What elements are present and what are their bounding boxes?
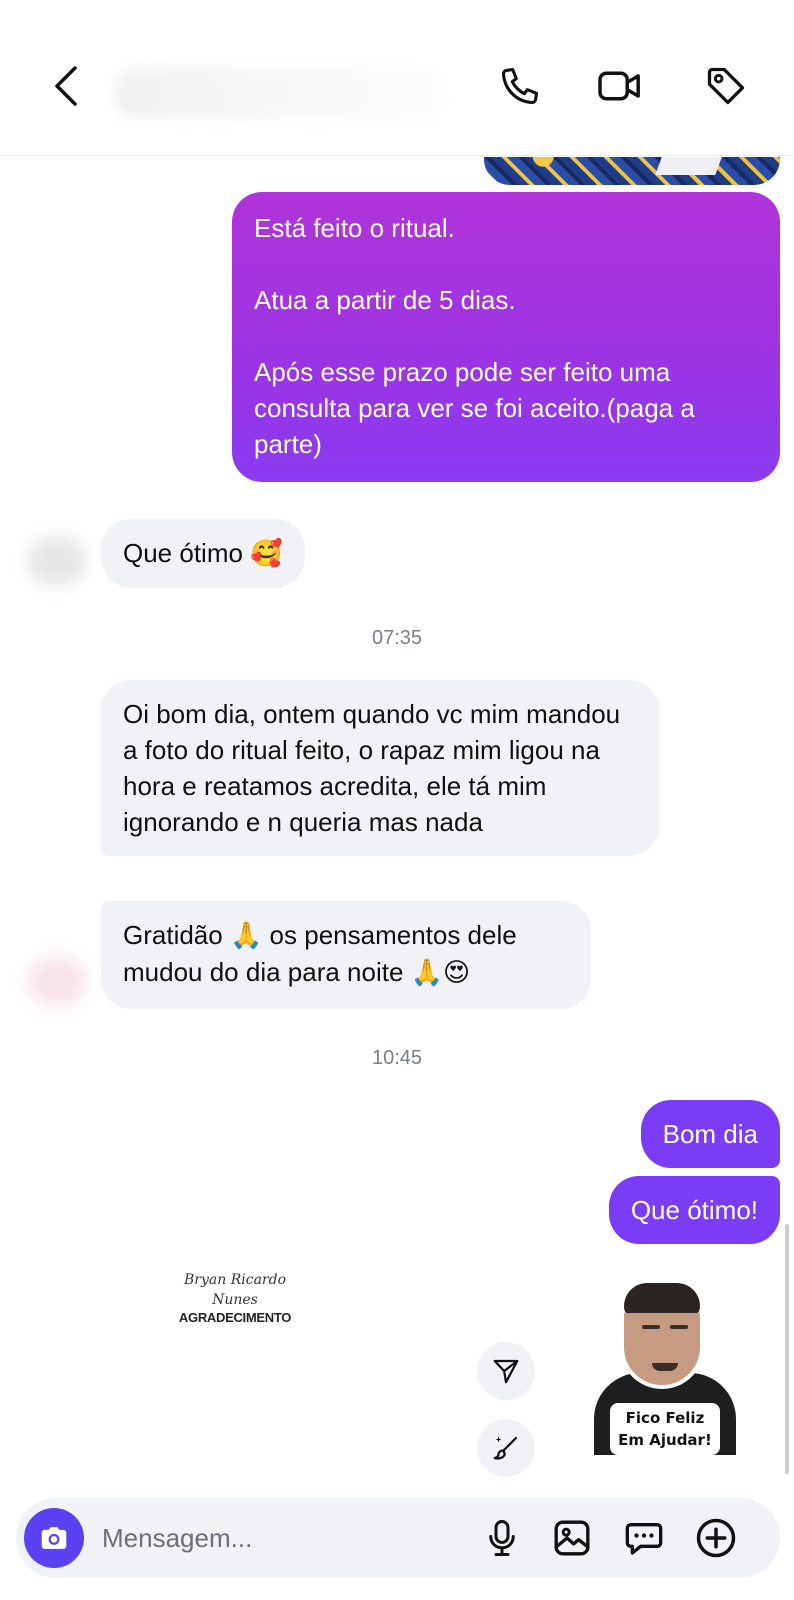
timestamp: 10:45 [371,1047,423,1069]
microphone-icon [489,1520,515,1556]
sticker-caption-line: Em Ajudar! [618,1431,712,1449]
image-message-preview[interactable] [484,157,780,185]
sticker-brow [670,1325,688,1329]
message-input[interactable] [102,1518,462,1558]
chevron-left-icon [55,66,77,106]
contact-avatar[interactable] [28,957,86,1005]
chat-bubble-icon [625,1523,663,1555]
message-text: Que ótimo [123,538,251,568]
contact-avatar[interactable] [28,537,86,585]
watermark-title: AGRADECIMENTO [178,1310,292,1325]
watermark: Bryan Ricardo Nunes AGRADECIMENTO [160,1270,310,1325]
back-button[interactable] [40,60,92,112]
paper-plane-icon [493,1359,519,1384]
plus-circle-icon [696,1518,736,1558]
send-sticker-button[interactable] [477,1342,535,1400]
magic-brush-icon [493,1436,518,1460]
incoming-message[interactable]: Que ótimo 🥰 [101,519,305,588]
sticker-mouth [652,1363,678,1371]
image-icon [554,1520,590,1556]
camera-icon [41,1527,67,1549]
heart-eyes-emoji: 😍 [443,958,471,988]
sticker-preview[interactable]: Fico Feliz Em Ajudar! [584,1273,744,1463]
outgoing-message[interactable]: Está feito o ritual. Atua a partir de 5 … [232,192,780,482]
video-call-button[interactable] [594,60,646,112]
scrollbar[interactable] [785,1224,789,1474]
gallery-button[interactable] [550,1516,594,1560]
sticker-caption-line: Fico Feliz [625,1409,705,1427]
watermark-name: Bryan Ricardo [184,1272,286,1288]
sticker-caption: Fico Feliz Em Ajudar! [610,1403,720,1455]
microphone-button[interactable] [480,1516,524,1560]
message-composer [16,1498,780,1578]
praying-hands-emoji: 🙏 [410,958,444,988]
video-camera-icon [598,71,640,101]
contact-name-blurred[interactable] [115,68,445,118]
image-detail [655,157,725,175]
incoming-message[interactable]: Gratidão 🙏 os pensamentos dele mudou do … [101,901,591,1009]
more-options-button[interactable] [694,1516,738,1560]
edit-sticker-button[interactable] [477,1419,535,1477]
outgoing-message[interactable]: Que ótimo! [608,1176,780,1244]
sticker-button[interactable] [622,1516,666,1560]
watermark-name: Nunes [212,1292,258,1308]
tag-icon [707,67,745,105]
praying-hands-emoji: 🙏 [229,921,263,951]
incoming-message[interactable]: Oi bom dia, ontem quando vc mim mandou a… [101,680,659,856]
tag-button[interactable] [700,60,752,112]
timestamp: 07:35 [371,627,423,649]
phone-icon [501,67,539,105]
message-text: Gratidão [123,920,230,950]
smiling-hearts-emoji: 🥰 [250,539,283,569]
camera-button[interactable] [24,1508,84,1568]
chat-header [0,0,794,156]
voice-call-button[interactable] [494,60,546,112]
sticker-brow [642,1325,660,1329]
outgoing-message[interactable]: Bom dia [640,1100,780,1168]
sticker-hair [620,1279,704,1313]
